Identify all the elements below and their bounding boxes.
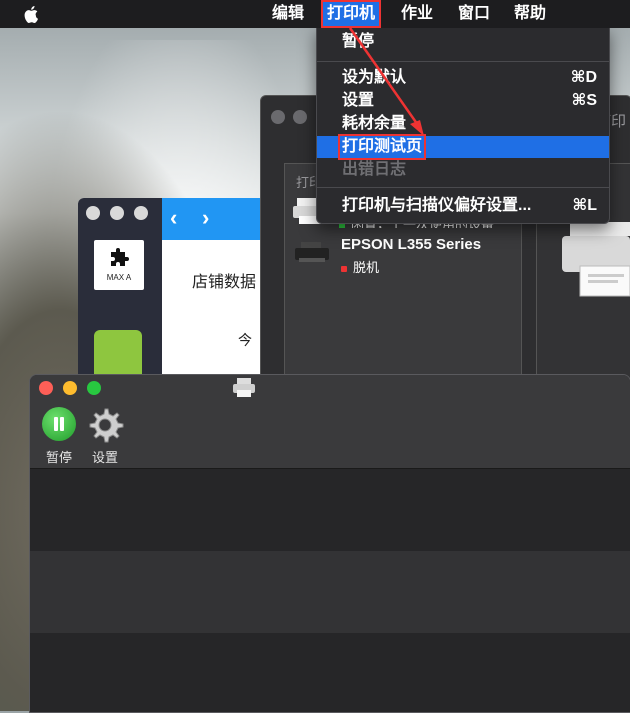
queue-toolbar: 暂停 设置	[30, 375, 630, 469]
back-arrow-icon[interactable]: ‹	[170, 207, 190, 229]
menu-separator	[317, 187, 609, 188]
job-list-row	[30, 469, 630, 551]
store-app-window: MAX A ‹ › 店铺数据 今	[78, 198, 260, 398]
gear-icon	[89, 408, 124, 443]
window-minimize-button[interactable]	[63, 381, 77, 395]
app-tile-label: MAX A	[106, 273, 132, 282]
window-zoom-button[interactable]	[134, 206, 148, 220]
print-queue-window: 暂停 设置	[29, 374, 630, 713]
store-data-subtext: 今	[238, 332, 252, 348]
app-tile-max[interactable]: MAX A	[94, 240, 144, 290]
settings-button[interactable]: 设置	[80, 405, 130, 465]
puzzle-icon	[111, 248, 129, 266]
menu-item-supply-levels[interactable]: 耗材余量	[317, 113, 609, 135]
settings-label: 设置	[91, 450, 118, 465]
menu-help[interactable]: 帮助	[508, 0, 552, 28]
pause-icon	[42, 407, 76, 441]
window-minimize-button[interactable]	[293, 110, 307, 124]
menu-window[interactable]: 窗口	[452, 0, 496, 28]
window-zoom-button[interactable]	[87, 381, 101, 395]
app-toolbar: ‹ ›	[162, 198, 260, 240]
job-list-row	[30, 633, 630, 712]
printer-icon	[295, 242, 329, 262]
printer-title-icon	[233, 378, 255, 397]
printer-name: EPSON L355 Series	[341, 236, 482, 253]
menu-item-settings[interactable]: 设置 ⌘S	[317, 90, 609, 112]
menu-item-printers-scanners-prefs[interactable]: 打印机与扫描仪偏好设置... ⌘L	[317, 195, 609, 217]
menu-bar: 编辑 打印机 作业 窗口 帮助	[0, 0, 630, 28]
menu-item-error-log: 出错日志	[342, 161, 407, 178]
menu-item-set-default[interactable]: 设为默认 ⌘D	[317, 67, 609, 89]
window-close-button[interactable]	[271, 110, 285, 124]
store-data-heading: 店铺数据	[192, 274, 257, 291]
menu-printer[interactable]: 打印机	[321, 0, 382, 28]
app-sidebar: MAX A	[78, 198, 162, 398]
menu-job[interactable]: 作业	[395, 0, 439, 28]
apple-icon[interactable]	[24, 5, 40, 23]
menu-item-print-test-page[interactable]: 打印测试页	[317, 134, 609, 160]
pause-label: 暂停	[45, 450, 72, 465]
menu-item-pause[interactable]: 暂停	[317, 31, 609, 53]
app-tile-green[interactable]	[94, 330, 142, 380]
window-close-button[interactable]	[39, 381, 53, 395]
printer-illustration-icon	[562, 222, 630, 297]
window-close-button[interactable]	[86, 206, 100, 220]
job-list-row	[30, 551, 630, 633]
offline-status-dot	[341, 265, 347, 272]
pause-button[interactable]: 暂停	[34, 405, 84, 465]
window-minimize-button[interactable]	[110, 206, 124, 220]
printer-menu-dropdown: 暂停 设为默认 ⌘D 设置 ⌘S 耗材余量 打印测试页 出错日志 打印机与扫描仪…	[316, 27, 610, 224]
forward-arrow-icon[interactable]: ›	[202, 207, 222, 229]
printer-status-text: 脱机	[353, 260, 380, 275]
menu-edit[interactable]: 编辑	[266, 0, 310, 28]
printer-list-item-epson[interactable]: EPSON L355 Series 脱机	[295, 236, 519, 278]
menu-separator	[317, 61, 609, 62]
